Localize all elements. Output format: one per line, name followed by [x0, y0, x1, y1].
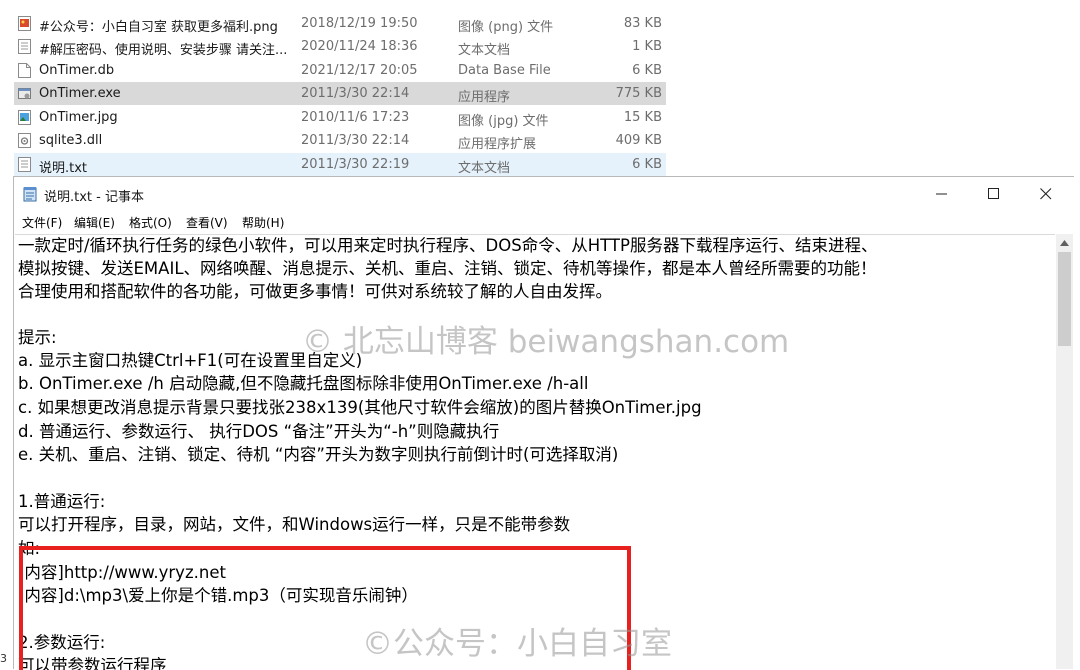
- file-date: 2010/11/6 17:23: [301, 110, 410, 125]
- file-date: 2018/12/19 19:50: [301, 16, 418, 31]
- file-row[interactable]: 说明.txt 2011/3/30 22:19 文本文档 6 KB: [14, 153, 666, 176]
- file-size: 6 KB: [632, 157, 662, 172]
- menu-help[interactable]: 帮助(H): [242, 214, 284, 231]
- file-row[interactable]: #解压密码、使用说明、安装步骤 请关注... 2020/11/24 18:36 文本…: [14, 35, 666, 58]
- file-size: 409 KB: [615, 133, 662, 148]
- text-editor[interactable]: 一款定时/循环执行任务的绿色小软件，可以用来定时执行程序、DOS命令、从HTTP…: [15, 234, 1055, 670]
- menu-edit[interactable]: 编辑(E): [74, 214, 115, 231]
- account-watermark: ©公众号：小白自习室: [362, 626, 672, 662]
- file-size: 15 KB: [623, 110, 662, 125]
- maximize-button[interactable]: [968, 177, 1020, 210]
- file-type: 图像 (jpg) 文件: [458, 114, 549, 129]
- text-document-icon: [18, 39, 31, 54]
- notepad-icon: [23, 187, 37, 202]
- text-line: d. 普通运行、参数运行、 执行DOS “备注”开头为“-h”则隐藏执行: [18, 422, 500, 441]
- text-line: 1.普通运行:: [18, 492, 106, 511]
- file-name: #解压密码、使用说明、安装步骤 请关注...: [39, 43, 288, 58]
- jpg-image-icon: [18, 110, 31, 125]
- file-row[interactable]: sqlite3.dll 2011/3/30 22:14 应用程序扩展 409 KB: [14, 129, 666, 152]
- file-name: OnTimer.exe: [39, 86, 121, 101]
- scrollbar-thumb[interactable]: [1058, 252, 1071, 346]
- text-line: e. 关机、重启、注销、锁定、待机 “内容”开头为数字则执行前倒计时(可选择取消…: [18, 445, 619, 464]
- close-button[interactable]: [1020, 177, 1072, 210]
- text-line: 模拟按键、发送EMAIL、网络唤醒、消息提示、关机、重启、注销、锁定、待机等操作…: [18, 259, 877, 278]
- text-line: c. 如果想更改消息提示背景只要找张238x139(其他尺寸软件会缩放)的图片替…: [18, 398, 702, 417]
- file-size: 1 KB: [632, 39, 662, 54]
- file-date: 2011/3/30 22:19: [301, 157, 410, 172]
- file-date: 2011/3/30 22:14: [301, 133, 410, 148]
- file-list: #公众号：小白自习室 获取更多福利.png 2018/12/19 19:50 图像 …: [0, 0, 1080, 178]
- file-size: 775 KB: [615, 86, 662, 101]
- file-name: sqlite3.dll: [39, 133, 103, 148]
- scroll-up-icon[interactable]: [1060, 240, 1069, 246]
- menu-format[interactable]: 格式(O): [129, 214, 172, 231]
- menu-view[interactable]: 查看(V): [186, 214, 228, 231]
- file-name: #公众号：小白自习室 获取更多福利.png: [39, 20, 278, 35]
- text-line: 提示:: [18, 328, 57, 347]
- file-name: OnTimer.db: [39, 63, 115, 78]
- file-size: 6 KB: [632, 63, 662, 78]
- close-icon: [1040, 188, 1052, 200]
- file-name: OnTimer.jpg: [39, 110, 118, 125]
- notepad-window: 说明.txt - 记事本 文件(F) 编辑(E) 格式(O) 查看(V) 帮助(…: [13, 176, 1074, 670]
- file-type: 图像 (png) 文件: [458, 20, 554, 35]
- maximize-icon: [988, 188, 999, 199]
- text-line: 一款定时/循环执行任务的绿色小软件，可以用来定时执行程序、DOS命令、从HTTP…: [18, 236, 878, 255]
- edge-text: 3: [0, 652, 7, 665]
- generic-file-icon: [18, 63, 31, 78]
- file-type: 文本文档: [458, 161, 511, 176]
- menu-bar: 文件(F) 编辑(E) 格式(O) 查看(V) 帮助(H): [14, 210, 1074, 232]
- dll-file-icon: [18, 133, 31, 148]
- text-line: 可以打开程序，目录，网站，文件，和Windows运行一样，只是不能带参数: [18, 515, 571, 534]
- application-icon: [18, 86, 31, 101]
- text-document-icon: [18, 157, 31, 172]
- file-row[interactable]: OnTimer.db 2021/12/17 20:05 Data Base File…: [14, 59, 666, 82]
- file-type: 应用程序扩展: [458, 137, 537, 152]
- file-date: 2020/11/24 18:36: [301, 39, 418, 54]
- file-date: 2011/3/30 22:14: [301, 86, 410, 101]
- blog-watermark: © 北忘山博客 beiwangshan.com: [302, 324, 790, 360]
- file-row[interactable]: #公众号：小白自习室 获取更多福利.png 2018/12/19 19:50 图像 …: [14, 12, 666, 35]
- file-name: 说明.txt: [39, 161, 88, 176]
- file-type: 应用程序: [458, 90, 511, 105]
- minimize-icon: [936, 193, 947, 195]
- minimize-button[interactable]: [916, 177, 968, 210]
- title-bar[interactable]: 说明.txt - 记事本: [14, 177, 1074, 210]
- text-line: b. OnTimer.exe /h 启动隐藏,但不隐藏托盘图标除非使用OnTim…: [18, 374, 589, 393]
- file-size: 83 KB: [623, 16, 662, 31]
- menu-file[interactable]: 文件(F): [22, 214, 62, 231]
- file-row[interactable]: OnTimer.jpg 2010/11/6 17:23 图像 (jpg) 文件 15 …: [14, 106, 666, 129]
- file-row[interactable]: OnTimer.exe 2011/3/30 22:14 应用程序 775 KB: [14, 82, 666, 105]
- vertical-scrollbar[interactable]: [1056, 234, 1073, 669]
- window-title: 说明.txt - 记事本: [44, 190, 144, 205]
- file-type: Data Base File: [458, 63, 551, 78]
- file-type: 文本文档: [458, 43, 511, 58]
- text-line: 合理使用和搭配软件的各功能，可做更多事情！可供对系统较了解的人自由发挥。: [18, 282, 612, 301]
- file-date: 2021/12/17 20:05: [301, 63, 418, 78]
- png-image-icon: [18, 16, 31, 31]
